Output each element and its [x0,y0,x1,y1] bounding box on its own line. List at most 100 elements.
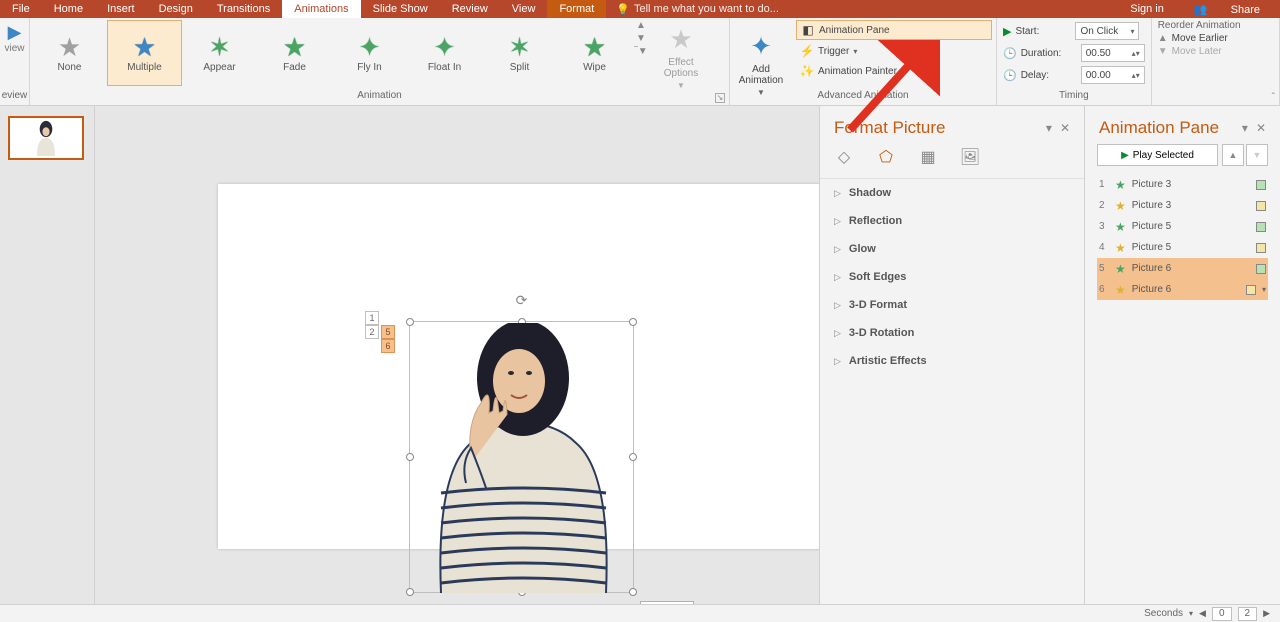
fp-glow[interactable]: ▷Glow [820,235,1084,263]
timeline-bar [1256,243,1266,253]
trigger-button[interactable]: ⚡Trigger ▾ [796,42,992,60]
move-up-button[interactable]: ▲ [1222,144,1244,166]
star-icon: ★ [1115,178,1126,192]
anim-list-item[interactable]: 2★Picture 3 [1097,195,1268,216]
pane-dropdown-icon[interactable]: ▾ [1242,121,1248,135]
play-icon: ▶ [1003,25,1011,38]
anim-tag-1[interactable]: 1 [365,311,379,325]
timing-group-label: Timing [997,89,1151,103]
delay-input[interactable]: 00.00▴▾ [1081,66,1145,84]
close-icon[interactable]: ✕ [1256,121,1266,135]
chevron-down-icon[interactable]: ▾ [1189,609,1193,618]
collapse-ribbon[interactable]: ˆ [1272,92,1275,103]
gallery-scroll[interactable]: ▲▼‾▼ [632,20,650,57]
anim-flyin[interactable]: ✦Fly In [332,20,407,86]
fill-line-icon[interactable]: ◇ [834,148,854,168]
preview-button[interactable]: ▶ view [0,18,29,54]
move-later-button[interactable]: ▼Move Later [1158,46,1273,57]
timeline-start[interactable]: 0 [1212,607,1232,621]
star-icon: ✶ [509,34,531,60]
anim-multiple[interactable]: ★Multiple [107,20,182,86]
tab-animations[interactable]: Animations [282,0,360,18]
fp-softedges[interactable]: ▷Soft Edges [820,263,1084,291]
move-down-button[interactable]: ▼ [1246,144,1268,166]
tab-file[interactable]: File [0,0,42,18]
share-button[interactable]: 👥 Share [1174,3,1280,16]
play-selected-button[interactable]: ▶Play Selected [1097,144,1218,166]
chevron-right-icon: ▷ [834,216,841,227]
pane-dropdown-icon[interactable]: ▾ [1046,121,1052,135]
close-icon[interactable]: ✕ [1060,121,1070,135]
star-icon: ✦ [434,34,456,60]
play-icon: ▶ [1121,150,1129,161]
animation-gallery[interactable]: ★None ★Multiple ✶Appear ★Fade ✦Fly In ✦F… [30,18,729,92]
person-icon [31,120,61,156]
animation-group: ★None ★Multiple ✶Appear ★Fade ✦Fly In ✦F… [30,18,730,105]
anim-list-item[interactable]: 1★Picture 3 [1097,174,1268,195]
tell-me-search[interactable]: 💡 Tell me what you want to do... [606,3,789,16]
rotate-handle[interactable]: ⟳ [516,292,528,309]
preview-icon: ▶ [8,22,22,43]
fp-3dformat[interactable]: ▷3-D Format [820,291,1084,319]
anim-number: 4 [1099,242,1109,253]
anim-tag-6[interactable]: 6 [381,339,395,353]
animation-pane: Animation Pane ▾✕ ▶Play Selected ▲ ▼ 1★P… [1084,106,1280,604]
anim-list-item[interactable]: 3★Picture 5 [1097,216,1268,237]
anim-floatin[interactable]: ✦Float In [407,20,482,86]
star-icon: ★ [1115,220,1126,234]
chevron-down-icon[interactable]: ▾ [1262,285,1266,294]
picture-icon[interactable]: 🖼 [960,148,980,168]
anim-list-item[interactable]: 6★Picture 6▾ [1097,279,1268,300]
nav-prev[interactable]: ◀ [1199,608,1206,619]
anim-list-item[interactable]: 5★Picture 6 [1097,258,1268,279]
chevron-right-icon: ▷ [834,328,841,339]
anim-wipe[interactable]: ★Wipe [557,20,632,86]
start-select[interactable]: On Click▾ [1075,22,1139,40]
effect-options-button[interactable]: ★ Effect Options ▼ [650,20,712,90]
star-icon: ★ [283,34,306,60]
star-icon: ★ [1115,262,1126,276]
signin-link[interactable]: Sign in [1120,3,1174,15]
anim-appear[interactable]: ✶Appear [182,20,257,86]
anim-split[interactable]: ✶Split [482,20,557,86]
bulb-icon: 💡 [616,3,630,16]
animation-painter-button[interactable]: ✨Animation Painter [796,62,992,80]
slide-canvas[interactable]: 1 2 5 6 ⟳ [95,106,819,604]
timeline-end[interactable]: 2 [1238,607,1258,621]
move-earlier-button[interactable]: ▲Move Earlier [1158,33,1273,44]
tab-insert[interactable]: Insert [95,0,147,18]
tab-slideshow[interactable]: Slide Show [361,0,440,18]
tab-format[interactable]: Format [547,0,606,18]
dialog-launcher[interactable]: ↘ [715,93,725,103]
fp-3drotation[interactable]: ▷3-D Rotation [820,319,1084,347]
tab-bar: File Home Insert Design Transitions Anim… [0,0,1280,18]
effects-icon[interactable]: ⬠ [876,148,896,168]
anim-list-item[interactable]: 4★Picture 5 [1097,237,1268,258]
slide-thumb-1[interactable] [8,116,84,160]
anim-tag-2[interactable]: 2 [365,325,379,339]
picture-selection[interactable]: ⟳ [409,321,634,593]
tab-transitions[interactable]: Transitions [205,0,282,18]
fp-reflection[interactable]: ▷Reflection [820,207,1084,235]
tab-design[interactable]: Design [147,0,205,18]
tab-review[interactable]: Review [440,0,500,18]
animation-pane-button[interactable]: ◧Animation Pane [796,20,992,40]
fp-shadow[interactable]: ▷Shadow [820,179,1084,207]
tab-view[interactable]: View [500,0,548,18]
anim-fade[interactable]: ★Fade [257,20,332,86]
more-icon: ‾▼ [634,46,647,57]
tab-home[interactable]: Home [42,0,95,18]
pane-icon: ◧ [801,23,815,37]
reorder-title: Reorder Animation [1158,20,1273,31]
arrow-up-icon: ▲ [1158,33,1168,44]
size-properties-icon[interactable]: ▦ [918,148,938,168]
fp-artistic[interactable]: ▷Artistic Effects [820,347,1084,375]
nav-next[interactable]: ▶ [1263,608,1270,619]
chevron-right-icon: ▷ [834,356,841,367]
anim-item-name: Picture 3 [1132,179,1250,190]
format-picture-list: ▷Shadow ▷Reflection ▷Glow ▷Soft Edges ▷3… [820,178,1084,375]
anim-tag-5[interactable]: 5 [381,325,395,339]
format-picture-pane: Format Picture ▾✕ ◇ ⬠ ▦ 🖼 ▷Shadow ▷Refle… [819,106,1084,604]
duration-input[interactable]: 00.50▴▾ [1081,44,1145,62]
anim-none[interactable]: ★None [32,20,107,86]
